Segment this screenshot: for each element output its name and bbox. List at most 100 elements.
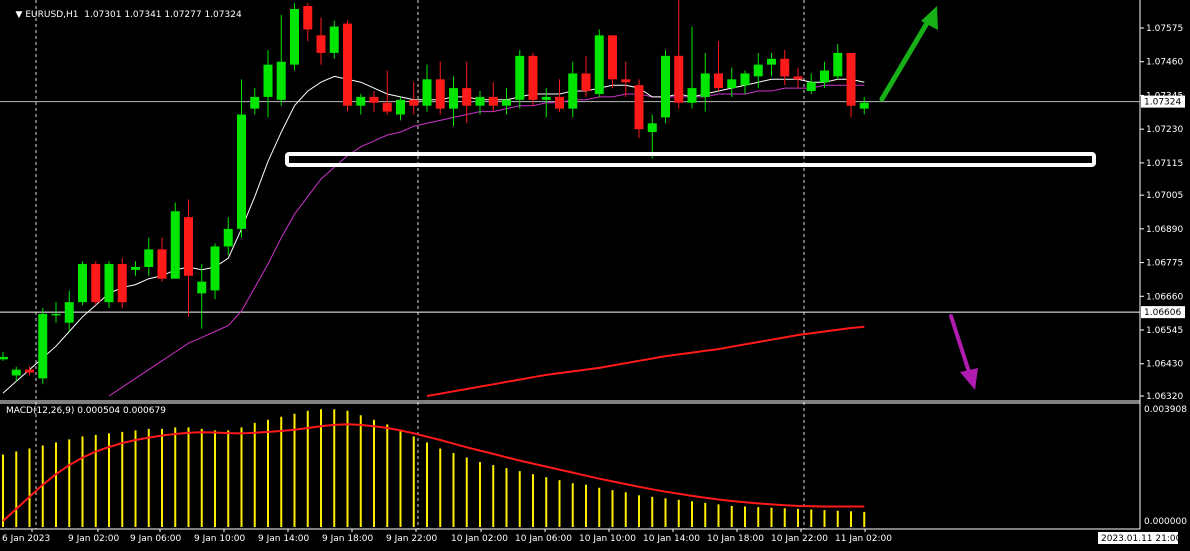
candle[interactable] (449, 76, 458, 127)
arrow-down-shaft (949, 314, 971, 374)
arrow-down-icon[interactable] (949, 314, 978, 390)
candle[interactable] (0, 352, 8, 361)
triangle-down-icon[interactable]: ▼ (15, 10, 22, 20)
candle-body (290, 8, 299, 65)
candle[interactable] (369, 91, 379, 112)
time-tick-label: 6 Jan 2023 (2, 534, 50, 544)
chart-window[interactable]: MACD(12,26,9) 0.000504 0.000679 1.07575 1… (0, 0, 1190, 547)
candle[interactable] (740, 70, 750, 94)
candle[interactable] (568, 61, 578, 118)
candle[interactable] (290, 3, 299, 71)
candle[interactable] (767, 52, 776, 77)
candle[interactable] (488, 82, 498, 112)
candle[interactable] (435, 61, 445, 115)
candle[interactable] (303, 3, 313, 42)
candle-body (303, 6, 313, 30)
candle-body (767, 58, 776, 65)
candle[interactable] (674, 0, 684, 109)
candle[interactable] (396, 96, 405, 121)
candle[interactable] (634, 79, 644, 138)
candle[interactable] (661, 49, 670, 124)
price-tick-label: 1.07230 (1146, 125, 1183, 135)
candle[interactable] (555, 79, 564, 112)
candle[interactable] (117, 258, 127, 309)
hline-price-badge: 1.06606 (1144, 308, 1181, 318)
candle[interactable] (197, 264, 207, 329)
candle[interactable] (170, 202, 180, 279)
candle[interactable] (515, 49, 525, 109)
candle[interactable] (621, 61, 631, 97)
price-tick-label: 1.07575 (1146, 24, 1183, 34)
candle[interactable] (237, 79, 246, 238)
candle-body (449, 88, 458, 109)
candle-body (237, 114, 246, 229)
candle[interactable] (104, 261, 114, 309)
candle[interactable] (608, 35, 617, 89)
candle[interactable] (78, 261, 87, 306)
candle[interactable] (276, 14, 286, 106)
chart-header: ▼ EURUSD,H1 1.07301 1.07341 1.07277 1.073… (4, 0, 241, 30)
candle[interactable] (422, 64, 432, 112)
candle-body (197, 281, 207, 294)
candle-body (820, 70, 829, 83)
candle[interactable] (859, 96, 869, 115)
candle-body (11, 369, 21, 376)
candle-body (568, 73, 578, 109)
arrow-up-icon[interactable] (879, 6, 938, 102)
candle[interactable] (409, 82, 419, 115)
candle[interactable] (250, 88, 260, 115)
candle[interactable] (502, 88, 511, 115)
cursor-time-badge: 2023.01.11 21:00 (1101, 534, 1182, 544)
candle[interactable] (647, 114, 657, 159)
price-chart[interactable]: MACD(12,26,9) 0.000504 0.000679 1.07575 1… (0, 0, 1190, 547)
candle[interactable] (687, 26, 697, 109)
candle-body (581, 73, 591, 92)
price-tick-label: 1.07460 (1146, 58, 1183, 68)
candle-body (674, 55, 684, 103)
candle-body (528, 55, 538, 100)
candle[interactable] (144, 237, 154, 276)
candle[interactable] (263, 49, 273, 118)
candle[interactable] (25, 366, 34, 376)
candle[interactable] (714, 41, 723, 92)
macd-axis-bottom-label: 0.000000 (1144, 517, 1187, 527)
candle[interactable] (184, 199, 193, 317)
candle[interactable] (806, 73, 816, 94)
support-zone-box[interactable] (285, 151, 1096, 167)
candle[interactable] (329, 20, 339, 59)
candle[interactable] (594, 29, 604, 97)
candle[interactable] (581, 55, 591, 97)
price-tick-label: 1.06430 (1146, 360, 1183, 370)
candle-body (780, 58, 790, 77)
candle[interactable] (820, 61, 829, 89)
candle[interactable] (210, 243, 220, 300)
candle[interactable] (528, 52, 538, 106)
candle-body (184, 217, 193, 276)
candle[interactable] (727, 67, 737, 97)
candle[interactable] (91, 261, 101, 306)
candle[interactable] (833, 44, 843, 80)
candle[interactable] (356, 93, 366, 115)
candle[interactable] (846, 52, 856, 118)
candle[interactable] (700, 52, 710, 112)
candle[interactable] (343, 20, 352, 112)
candle-body (541, 96, 551, 100)
candle[interactable] (475, 91, 485, 115)
candle-body (661, 55, 670, 118)
price-tick-label: 1.07005 (1146, 191, 1183, 201)
candle[interactable] (316, 17, 326, 65)
candle[interactable] (223, 217, 233, 256)
candle[interactable] (780, 49, 790, 86)
candle-body (608, 35, 617, 80)
time-tick-label: 9 Jan 22:00 (386, 534, 438, 544)
candle[interactable] (157, 237, 167, 282)
candle[interactable] (64, 290, 74, 332)
candle[interactable] (793, 67, 803, 89)
time-tick-label: 9 Jan 14:00 (258, 534, 310, 544)
candle[interactable] (131, 261, 140, 276)
candle-body (25, 369, 34, 373)
candle[interactable] (38, 308, 48, 385)
candle-body (396, 99, 405, 115)
symbol-timeframe: EURUSD,H1 (25, 10, 79, 20)
candle-body (700, 73, 710, 97)
